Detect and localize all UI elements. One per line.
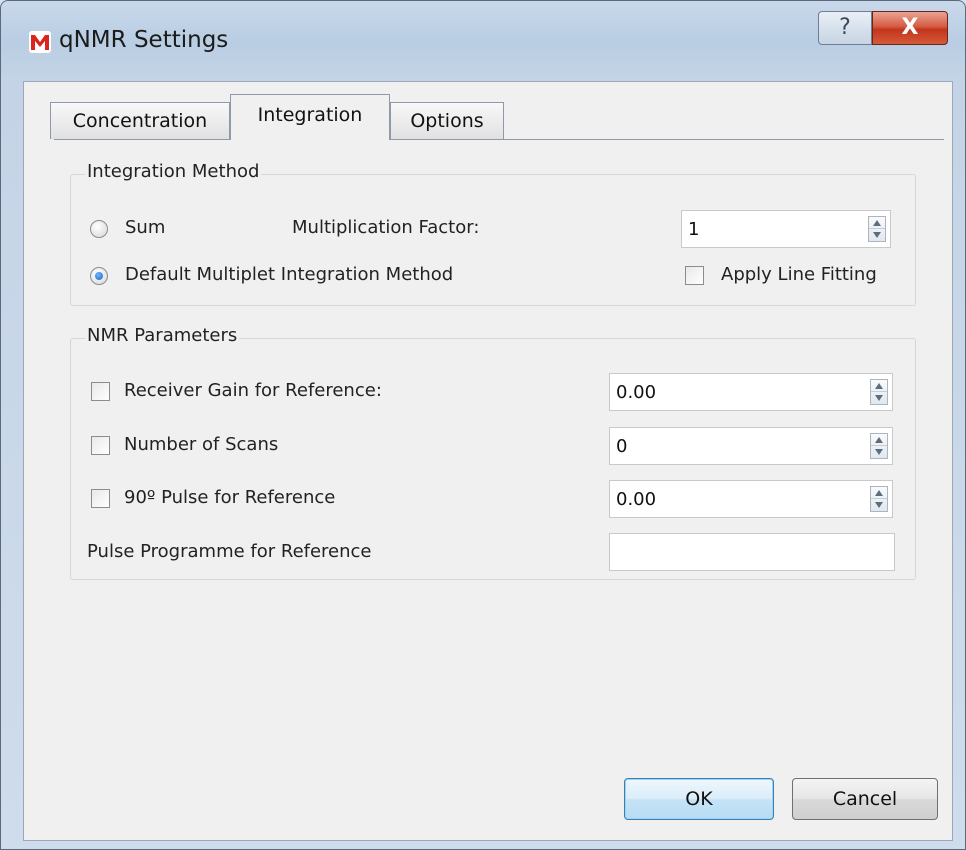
pulse-reference-value: 0.00	[616, 489, 657, 510]
spin-down-icon[interactable]	[875, 395, 883, 401]
multiplication-factor-label: Multiplication Factor:	[292, 217, 480, 238]
number-of-scans-label: Number of Scans	[124, 434, 279, 455]
number-of-scans-spinbox[interactable]: 0	[609, 427, 893, 465]
pulse-programme-label: Pulse Programme for Reference	[87, 541, 372, 562]
app-icon	[29, 31, 51, 53]
group-title-nmr-parameters: NMR Parameters	[85, 325, 240, 346]
spin-arrows[interactable]	[868, 216, 886, 242]
close-button[interactable]: X	[872, 11, 948, 45]
window-title: qNMR Settings	[59, 27, 229, 53]
spin-arrows[interactable]	[870, 486, 888, 512]
pulse-reference-checkbox[interactable]	[91, 489, 110, 508]
number-of-scans-value: 0	[616, 436, 628, 457]
number-of-scans-checkbox[interactable]	[91, 436, 110, 455]
tab-concentration[interactable]: Concentration	[50, 102, 230, 139]
tab-strip-border	[54, 139, 944, 140]
integration-method-group: Integration Method Sum Multiplication Fa…	[70, 161, 916, 306]
spin-up-icon[interactable]	[875, 437, 883, 443]
nmr-parameters-group: NMR Parameters Receiver Gain for Referen…	[70, 325, 916, 580]
spin-down-icon[interactable]	[875, 502, 883, 508]
sum-label: Sum	[125, 217, 166, 238]
spin-up-icon[interactable]	[875, 490, 883, 496]
pulse-programme-input[interactable]	[609, 533, 895, 571]
multiplication-factor-value: 1	[688, 219, 700, 240]
group-title-integration-method: Integration Method	[85, 161, 262, 182]
receiver-gain-spinbox[interactable]: 0.00	[609, 373, 893, 411]
dialog-window: qNMR Settings ? X Concentration Integrat…	[0, 0, 966, 850]
receiver-gain-checkbox[interactable]	[91, 382, 110, 401]
default-multiplet-radio[interactable]	[90, 267, 108, 285]
radio-selected-dot	[95, 272, 103, 280]
help-button[interactable]: ?	[818, 11, 872, 45]
cancel-button[interactable]: Cancel	[792, 778, 938, 820]
receiver-gain-value: 0.00	[616, 382, 657, 403]
dialog-client-area: Concentration Integration Options Integr…	[23, 81, 953, 841]
spin-arrows[interactable]	[870, 379, 888, 405]
spin-up-icon[interactable]	[873, 220, 881, 226]
pulse-reference-label: 90º Pulse for Reference	[124, 487, 336, 508]
tab-integration[interactable]: Integration	[230, 94, 390, 140]
apply-line-fitting-checkbox[interactable]	[685, 266, 704, 285]
spin-arrows[interactable]	[870, 433, 888, 459]
tab-options[interactable]: Options	[390, 102, 504, 139]
spin-down-icon[interactable]	[873, 232, 881, 238]
pulse-reference-spinbox[interactable]: 0.00	[609, 480, 893, 518]
receiver-gain-label: Receiver Gain for Reference:	[124, 380, 382, 401]
apply-line-fitting-label: Apply Line Fitting	[721, 264, 877, 285]
spin-down-icon[interactable]	[875, 449, 883, 455]
default-multiplet-label: Default Multiplet Integration Method	[125, 264, 454, 285]
spin-up-icon[interactable]	[875, 383, 883, 389]
title-bar[interactable]: qNMR Settings ? X	[1, 1, 965, 81]
multiplication-factor-spinbox[interactable]: 1	[681, 210, 891, 248]
sum-radio[interactable]	[90, 220, 108, 238]
ok-button[interactable]: OK	[624, 778, 774, 820]
